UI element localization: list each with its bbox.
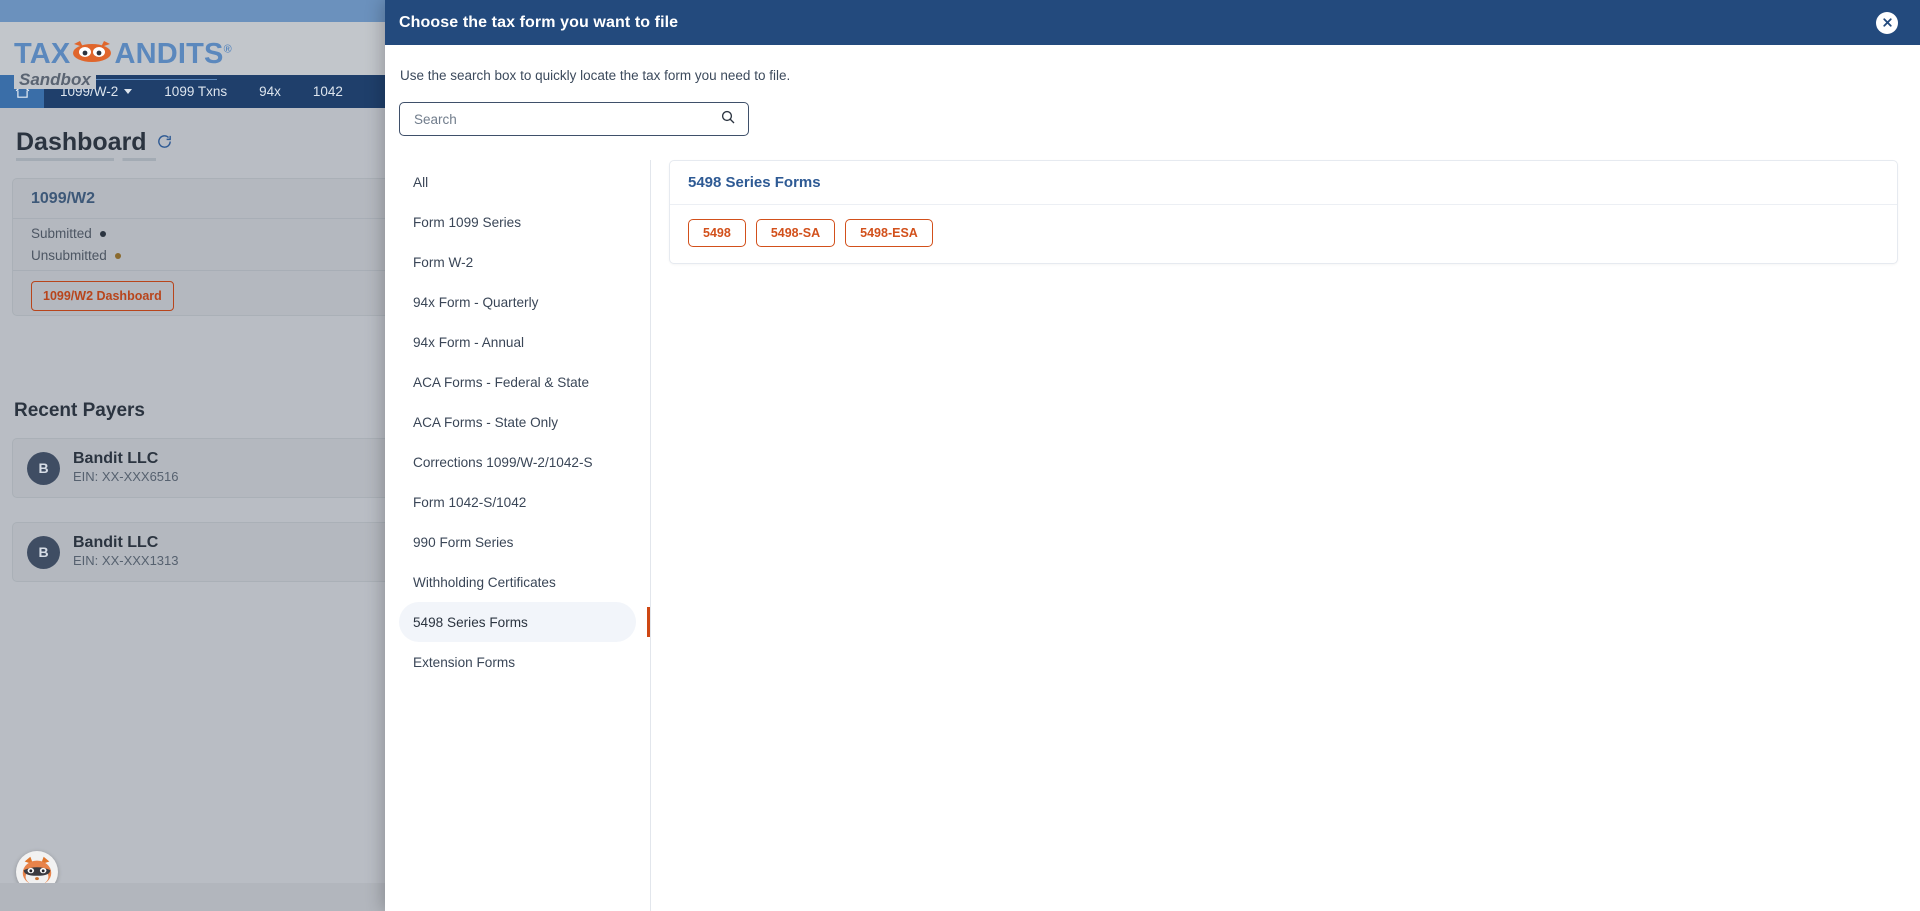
logo-registered-mark: ®: [223, 43, 232, 56]
title-underline: [16, 158, 156, 161]
form-chip-5498[interactable]: 5498: [688, 219, 746, 247]
close-icon[interactable]: [1876, 11, 1898, 34]
form-card-heading: 5498 Series Forms: [670, 161, 1897, 205]
category-item-form-1042-s[interactable]: Form 1042-S/1042: [399, 482, 636, 522]
nav-item-1042[interactable]: 1042: [297, 75, 359, 108]
category-label: 94x Form - Annual: [413, 334, 525, 350]
category-item-94x-quarterly[interactable]: 94x Form - Quarterly: [399, 282, 636, 322]
category-item-corrections[interactable]: Corrections 1099/W-2/1042-S: [399, 442, 636, 482]
chevron-down-icon: [124, 89, 133, 94]
nav-label: 1042: [312, 84, 343, 99]
category-item-form-1099-series[interactable]: Form 1099 Series: [399, 202, 636, 242]
category-label: All: [413, 174, 429, 190]
form-chip-5498-sa[interactable]: 5498-SA: [755, 219, 836, 247]
category-item-extension-forms[interactable]: Extension Forms: [399, 642, 636, 682]
page-title: Dashboard: [16, 128, 173, 157]
avatar: B: [27, 535, 60, 569]
category-item-form-w-2[interactable]: Form W-2: [399, 242, 636, 282]
page-title-text: Dashboard: [16, 128, 147, 156]
payer-name: Bandit LLC: [73, 450, 159, 468]
form-chip-list: 5498 5498-SA 5498-ESA: [670, 205, 1897, 263]
category-label: 990 Form Series: [413, 534, 514, 550]
bandit-mask-icon: [70, 41, 114, 66]
search-input[interactable]: [414, 111, 720, 127]
category-label: ACA Forms - State Only: [413, 414, 559, 430]
avatar: B: [27, 451, 60, 485]
logo-text-left: TAX: [14, 38, 71, 70]
category-label: Extension Forms: [413, 654, 515, 670]
category-item-aca-state-only[interactable]: ACA Forms - State Only: [399, 402, 636, 442]
choose-tax-form-modal: Choose the tax form you want to file Use…: [385, 0, 1920, 911]
modal-body: Use the search box to quickly locate the…: [385, 45, 1920, 911]
modal-header: Choose the tax form you want to file: [385, 0, 1920, 45]
category-item-94x-annual[interactable]: 94x Form - Annual: [399, 322, 636, 362]
modal-subtitle: Use the search box to quickly locate the…: [400, 68, 791, 83]
category-list: All Form 1099 Series Form W-2 94x Form -…: [399, 160, 651, 911]
category-item-withholding-certificates[interactable]: Withholding Certificates: [399, 562, 636, 602]
category-label: Corrections 1099/W-2/1042-S: [413, 454, 593, 470]
payer-name: Bandit LLC: [73, 534, 159, 552]
category-label: 94x Form - Quarterly: [413, 294, 539, 310]
nav-item-94x[interactable]: 94x: [243, 75, 297, 108]
stat-label: Unsubmitted: [31, 248, 107, 263]
stat-label: Submitted: [31, 226, 92, 241]
status-dot-submitted: [99, 230, 106, 237]
card-1099-title: 1099/W2: [31, 189, 96, 207]
category-label: Form W-2: [413, 254, 474, 270]
category-label: Form 1099 Series: [413, 214, 522, 230]
category-label: Form 1042-S/1042: [413, 494, 527, 510]
forms-panel: 5498 Series Forms 5498 5498-SA 5498-ESA: [651, 160, 1906, 911]
logo-text-right: ANDITS: [114, 38, 224, 70]
category-label: ACA Forms - Federal & State: [413, 374, 590, 390]
recent-payers-heading: Recent Payers: [14, 400, 145, 421]
form-card: 5498 Series Forms 5498 5498-SA 5498-ESA: [669, 160, 1898, 264]
nav-label: 94x: [259, 84, 281, 99]
category-item-aca-federal-state[interactable]: ACA Forms - Federal & State: [399, 362, 636, 402]
refresh-icon[interactable]: [156, 128, 173, 157]
payer-ein: EIN: XX-XXX1313: [73, 552, 179, 568]
payer-info: Bandit LLC EIN: XX-XXX1313: [73, 534, 179, 569]
nav-label: 1099 Txns: [164, 84, 228, 99]
payer-ein: EIN: XX-XXX6516: [73, 468, 179, 484]
category-item-all[interactable]: All: [399, 162, 636, 202]
category-item-990-form-series[interactable]: 990 Form Series: [399, 522, 636, 562]
logo-subtitle: Sandbox: [14, 70, 96, 89]
category-label: Withholding Certificates: [413, 574, 556, 590]
search-icon[interactable]: [720, 109, 736, 130]
modal-title: Choose the tax form you want to file: [399, 13, 679, 31]
logo-wordmark: TAX ANDITS®: [14, 38, 232, 70]
category-item-5498-series-forms[interactable]: 5498 Series Forms: [399, 602, 650, 642]
category-label: 5498 Series Forms: [413, 614, 528, 630]
status-dot-unsubmitted: [114, 252, 121, 259]
payer-info: Bandit LLC EIN: XX-XXX6516: [73, 450, 179, 485]
form-chip-5498-esa[interactable]: 5498-ESA: [845, 219, 933, 247]
dashboard-1099-w2-button[interactable]: 1099/W2 Dashboard: [31, 281, 174, 311]
modal-split: All Form 1099 Series Form W-2 94x Form -…: [399, 160, 1906, 911]
search-box[interactable]: [399, 102, 749, 136]
